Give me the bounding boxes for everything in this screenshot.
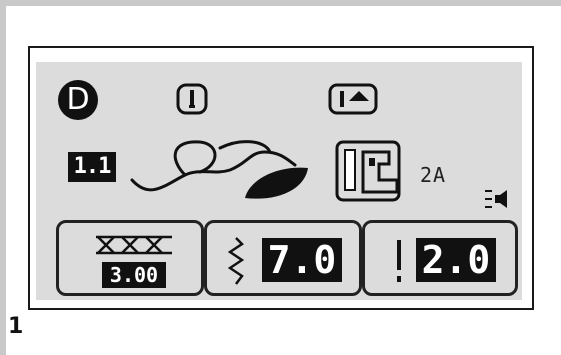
cross-stitch-icon [94,234,172,256]
pattern-length-value: 3.00 [102,262,166,288]
zigzag-width-icon [228,236,244,286]
stitch-length-value: 2.0 [416,238,496,282]
pattern-number: 1.1 [68,152,116,182]
mode-badge[interactable]: D [58,80,98,120]
leaf-stitch-pattern-icon [130,130,320,210]
needle-up-icon[interactable] [327,82,379,116]
straight-length-icon [395,238,403,284]
figure-label: 1 [8,314,24,339]
speaker-icon[interactable] [483,188,509,210]
presser-foot-icon [335,140,415,204]
presser-foot-code: 2A [420,163,447,187]
needle-icon[interactable] [175,82,209,116]
stitch-width-value: 7.0 [262,238,342,282]
